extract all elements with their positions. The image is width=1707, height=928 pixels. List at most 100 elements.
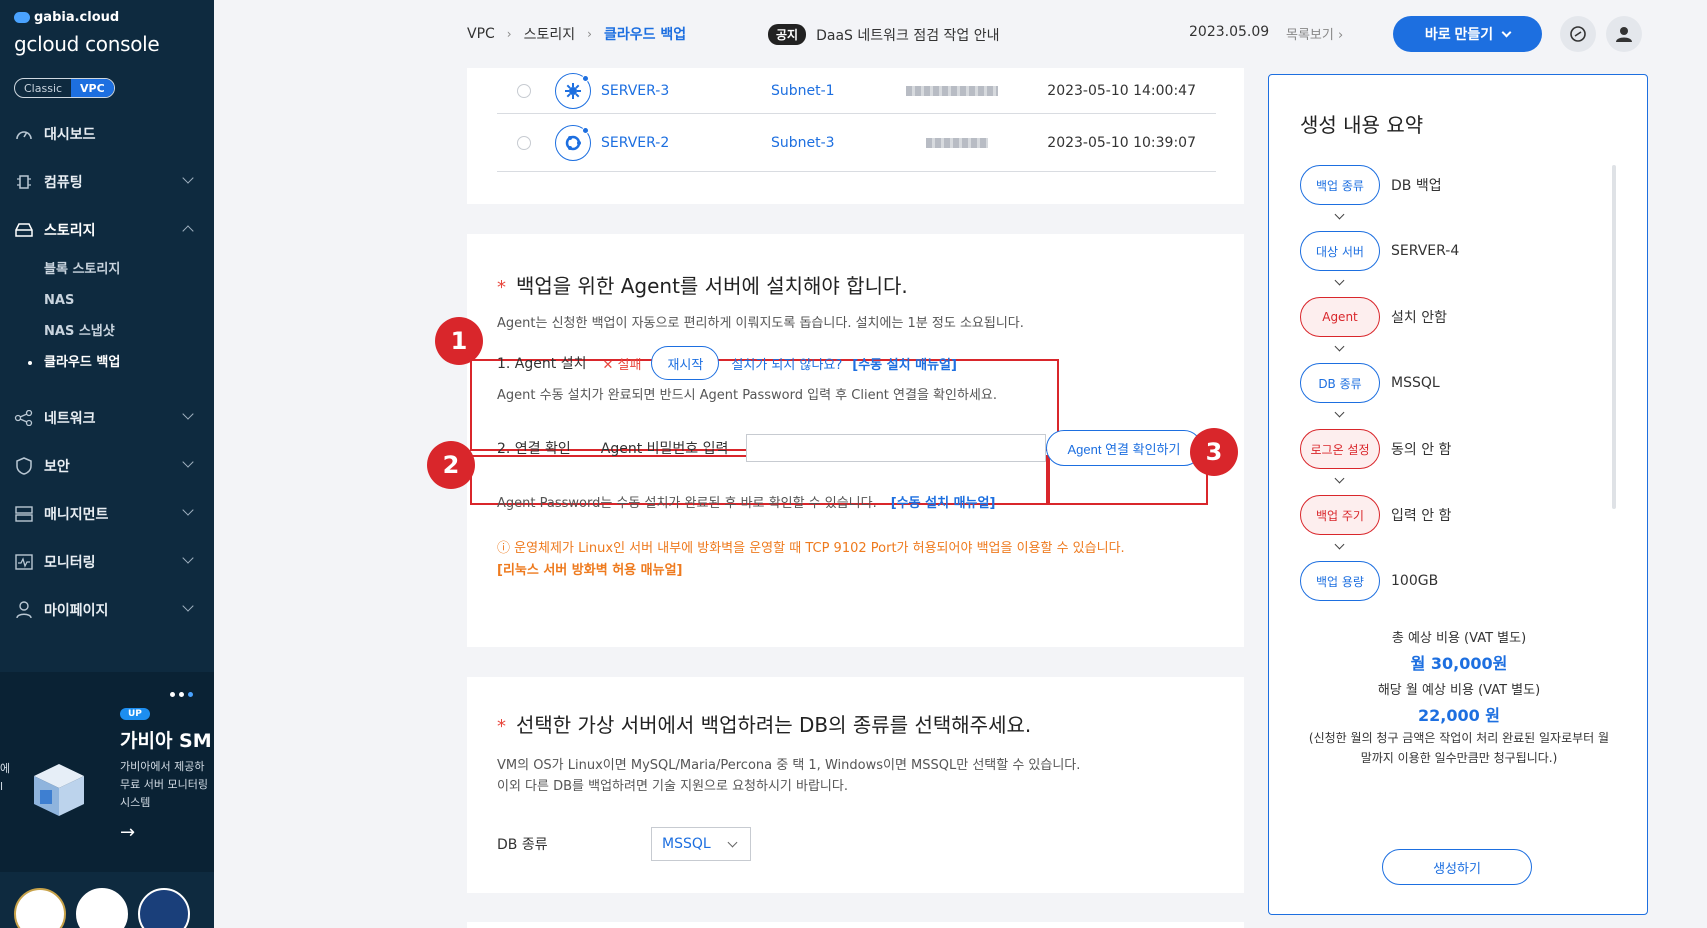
chevron-down-icon	[1501, 27, 1512, 37]
promo-banner[interactable]: 에l UP 가비아 SM 가비아에서 제공하 무료 서버 모니터링 시스템 →	[0, 672, 214, 872]
chevron-down-icon	[182, 172, 194, 184]
sidebar-item-security[interactable]: 보안	[0, 442, 214, 490]
sidebar-item-mypage[interactable]: 마이페이지	[0, 586, 214, 634]
chevron-down-icon	[182, 408, 194, 420]
monitor-icon	[14, 553, 34, 571]
sidebar-item-network[interactable]: 네트워크	[0, 394, 214, 442]
sidebar-item-management[interactable]: 매니지먼트	[0, 490, 214, 538]
sidebar-item-label: 대시보드	[44, 127, 96, 143]
restart-button[interactable]: 재시작	[651, 346, 720, 380]
chevron-down-icon	[1334, 407, 1345, 418]
step-pill[interactable]: 백업 주기	[1300, 495, 1380, 535]
chevron-right-icon: ›	[506, 27, 512, 41]
sidebar-item-label: 보안	[44, 459, 70, 475]
table-row[interactable]: SERVER-2 Subnet-3 2023-05-10 10:39:07	[497, 114, 1216, 172]
step-value: SERVER-4	[1391, 243, 1460, 259]
server-radio[interactable]	[517, 135, 531, 150]
db-type-label: DB 종류	[497, 837, 548, 853]
server-name: SERVER-2	[601, 134, 670, 151]
server-cube-icon	[34, 764, 84, 816]
summary-step-backup-size: 백업 용량 100GB	[1300, 561, 1438, 601]
next-card	[467, 922, 1244, 928]
mode-vpc[interactable]: VPC	[71, 79, 114, 97]
profile-button[interactable]	[1606, 16, 1642, 52]
mode-toggle[interactable]: Classic VPC	[14, 78, 115, 98]
chat-button[interactable]	[1560, 16, 1596, 52]
carousel-dots[interactable]	[170, 692, 193, 697]
step-pill[interactable]: 대상 서버	[1300, 231, 1380, 271]
top-bar: VPC › 스토리지 › 클라우드 백업 공지 DaaS 네트워크 점검 작업 …	[214, 0, 1707, 68]
submenu-cloud-backup[interactable]: 클라우드 백업	[28, 347, 214, 378]
step-pill[interactable]: Agent	[1300, 297, 1380, 337]
step-pill[interactable]: 백업 용량	[1300, 561, 1380, 601]
db-section-title: * 선택한 가상 서버에서 백업하려는 DB의 종류를 선택해주세요.	[497, 713, 1032, 737]
manual-install-link[interactable]: [수동 설치 매뉴얼]	[852, 354, 957, 373]
agent-password-input[interactable]	[746, 434, 1047, 462]
chevron-right-icon: ›	[587, 27, 592, 41]
mode-classic[interactable]: Classic	[15, 79, 71, 97]
storage-icon	[14, 221, 34, 239]
shield-icon	[14, 457, 34, 475]
summary-step-target-server: 대상 서버 SERVER-4	[1300, 231, 1459, 271]
create-button[interactable]: 생성하기	[1382, 849, 1532, 885]
arrow-right-icon[interactable]: →	[120, 822, 135, 843]
required-mark: *	[497, 277, 506, 298]
sidebar: gabia.cloud gcloud console Classic VPC 대…	[0, 0, 214, 928]
sidebar-item-dashboard[interactable]: 대시보드	[0, 110, 214, 158]
step-pill[interactable]: DB 종류	[1300, 363, 1380, 403]
chevron-up-icon	[182, 225, 194, 237]
notice-text[interactable]: DaaS 네트워크 점검 작업 안내	[816, 25, 999, 45]
db-desc: VM의 OS가 Linux이면 MySQL/Maria/Percona 중 택 …	[497, 758, 1081, 794]
sidebar-item-computing[interactable]: 컴퓨팅	[0, 158, 214, 206]
certification-badges	[14, 888, 190, 928]
table-row[interactable]: SERVER-3 Subnet-1 2023-05-10 14:00:47	[497, 68, 1216, 114]
install-help-question[interactable]: 설치가 되지 않나요?	[731, 354, 842, 373]
step-value: 설치 안함	[1391, 310, 1447, 326]
step-marker-3: 3	[1190, 428, 1238, 476]
csap-badge-icon	[138, 888, 190, 928]
server-created: 2023-05-10 14:00:47	[1047, 82, 1196, 99]
install-label: 1. Agent 설치	[497, 356, 587, 372]
billing-note: (신청한 월의 청구 금액은 작업이 처리 완료된 일자로부터 월 말까지 이용…	[1308, 731, 1610, 765]
connect-line: 2. 연결 확인 Agent 비밀번호 입력	[497, 434, 1047, 462]
submenu-block-storage[interactable]: 블록 스토리지	[44, 254, 214, 285]
agent-desc: Agent는 신청한 백업이 자동으로 편리하게 이뤄지도록 돕습니다. 설치에…	[497, 316, 1024, 331]
notice-list-link[interactable]: 목록보기 ›	[1286, 24, 1343, 43]
manual-install-link-2[interactable]: [수동 설치 매뉴얼]	[891, 492, 996, 511]
server-subnet: Subnet-1	[771, 82, 835, 99]
sidebar-item-storage[interactable]: 스토리지	[0, 206, 214, 254]
password-note: Agent Password는 수동 설치가 완료된 후 바로 확인할 수 있습…	[497, 492, 995, 511]
submenu-nas-snapshot[interactable]: NAS 스냅샷	[44, 316, 214, 347]
chevron-down-icon	[182, 600, 194, 612]
cloud-logo-icon	[14, 12, 30, 23]
summary-step-logon: 로그온 설정 동의 안 함	[1300, 429, 1451, 469]
connect-label: 2. 연결 확인	[497, 441, 571, 457]
install-note: Agent 수동 설치가 완료되면 반드시 Agent Password 입력 …	[497, 388, 997, 403]
step-pill[interactable]: 로그온 설정	[1300, 429, 1380, 469]
submenu-nas[interactable]: NAS	[44, 285, 214, 316]
firewall-manual-link[interactable]: [리눅스 서버 방화벽 허용 매뉴얼]	[497, 560, 1125, 582]
step-marker-2: 2	[427, 441, 475, 489]
sidebar-item-monitoring[interactable]: 모니터링	[0, 538, 214, 586]
step-value: 동의 안 함	[1391, 442, 1452, 458]
notice-tag: 공지	[768, 24, 807, 45]
server-subnet: Subnet-3	[771, 134, 835, 151]
db-type-select[interactable]: MSSQL	[651, 827, 751, 861]
step-pill[interactable]: 백업 종류	[1300, 165, 1380, 205]
agent-connect-check-button[interactable]: Agent 연결 확인하기	[1046, 430, 1202, 466]
promo-title: 가비아 SM	[120, 730, 212, 752]
sidebar-item-label: 네트워크	[44, 411, 96, 427]
server-name: SERVER-3	[601, 82, 670, 99]
breadcrumb-storage[interactable]: 스토리지	[524, 24, 576, 44]
sidebar-item-label: 모니터링	[44, 555, 96, 571]
server-radio[interactable]	[517, 83, 531, 98]
total-cost-value: 월 30,000원	[1410, 654, 1508, 673]
breadcrumb-cloud-backup[interactable]: 클라우드 백업	[604, 24, 686, 44]
brand-main[interactable]: gcloud console	[14, 32, 160, 56]
breadcrumb-vpc[interactable]: VPC	[467, 26, 495, 42]
sidebar-item-label: 매니지먼트	[44, 507, 109, 523]
quick-create-button[interactable]: 바로 만들기	[1393, 16, 1542, 52]
chat-icon	[1570, 26, 1586, 42]
notice-banner[interactable]: 공지 DaaS 네트워크 점검 작업 안내	[768, 24, 1000, 45]
brand-small[interactable]: gabia.cloud	[14, 10, 119, 25]
